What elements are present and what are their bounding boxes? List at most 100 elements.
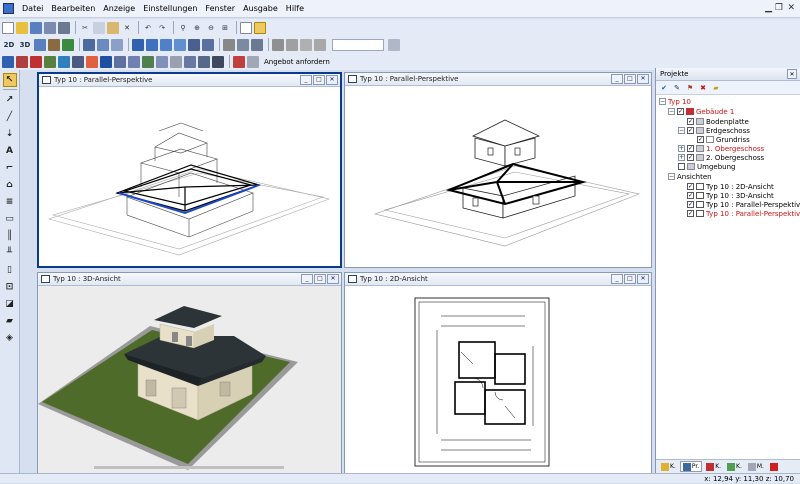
zoom-in-icon[interactable]: ⊕	[191, 22, 203, 34]
view-2d-button[interactable]: 2D	[2, 39, 16, 51]
walk-icon[interactable]	[48, 38, 60, 51]
tree-node[interactable]: − ✓ Erdgeschoss	[678, 126, 750, 135]
close-icon[interactable]: ✕	[787, 69, 797, 79]
layer-icon[interactable]	[223, 38, 235, 51]
tree-node[interactable]: ✓ Typ 10 : Parallel-Perspektiv	[687, 209, 800, 218]
tab-m[interactable]: M.	[746, 461, 766, 472]
minimize-icon[interactable]: _	[300, 75, 312, 85]
maximize-icon[interactable]: □	[313, 75, 325, 85]
properties-icon[interactable]	[237, 38, 249, 51]
window-cascade-icon[interactable]	[188, 38, 200, 51]
close-icon[interactable]: ✕	[637, 74, 649, 84]
print-icon[interactable]	[58, 21, 70, 34]
redo-icon[interactable]: ↷	[156, 22, 168, 34]
cut-icon[interactable]: ✂	[79, 22, 91, 34]
tree-node[interactable]: ✓ Typ 10 : 2D-Ansicht	[687, 182, 774, 191]
furniture-icon[interactable]	[86, 55, 98, 68]
maximize-icon[interactable]: □	[314, 274, 326, 284]
delete-icon[interactable]: ✕	[121, 22, 133, 34]
wall-icon[interactable]	[286, 38, 298, 51]
elevation-icon[interactable]	[198, 55, 210, 68]
tree-node[interactable]: − ✓ Gebäude 1	[668, 107, 734, 116]
paint-tool-icon[interactable]: ◈	[3, 331, 17, 345]
material-icon[interactable]	[114, 55, 126, 68]
slab-tool-icon[interactable]: ▭	[3, 212, 17, 226]
window-split-icon[interactable]	[146, 38, 158, 51]
properties-icon[interactable]: ⚑	[685, 83, 695, 93]
texture-icon[interactable]	[128, 55, 140, 68]
tree-node[interactable]: Umgebung	[678, 162, 735, 171]
window-icon[interactable]	[314, 38, 326, 51]
render-icon[interactable]	[97, 38, 109, 51]
menu-ausgabe[interactable]: Ausgabe	[239, 4, 282, 13]
menu-hilfe[interactable]: Hilfe	[282, 4, 308, 13]
measure-icon[interactable]	[272, 38, 284, 51]
tree-node[interactable]: − Ansichten	[668, 172, 712, 181]
light-icon[interactable]	[111, 38, 123, 51]
horizontal-scrollbar[interactable]	[94, 466, 284, 469]
tree-node[interactable]: ✓ Typ 10 : 3D-Ansicht	[687, 191, 774, 200]
beam-tool-icon[interactable]: ╨	[3, 246, 17, 260]
close-icon[interactable]: ✕	[637, 274, 649, 284]
close-icon[interactable]: ✕	[787, 3, 795, 13]
window-tool-icon[interactable]: ⊡	[3, 280, 17, 294]
angebot-anfordern-button[interactable]: Angebot anfordern	[264, 58, 330, 66]
menu-einstellungen[interactable]: Einstellungen	[139, 4, 201, 13]
undo-icon[interactable]: ↶	[142, 22, 154, 34]
select-mode-icon[interactable]	[254, 21, 266, 34]
open-folder-icon[interactable]	[16, 21, 28, 34]
tree-node[interactable]: + ✓ 1. Obergeschoss	[678, 144, 764, 153]
close-icon[interactable]: ✕	[327, 274, 339, 284]
minimize-icon[interactable]: _	[611, 74, 623, 84]
object-icon[interactable]	[251, 38, 263, 51]
viewport-parallel-1[interactable]: Typ 10 : Parallel-Perspektive _ □ ✕	[37, 72, 342, 268]
stop-icon[interactable]	[769, 462, 778, 471]
new-file-icon[interactable]	[2, 21, 14, 34]
tree-node[interactable]: ✓ Grundriss	[697, 135, 750, 144]
delete-icon[interactable]: ✖	[698, 83, 708, 93]
viewport-parallel-2[interactable]: Typ 10 : Parallel-Perspektive _ □ ✕	[344, 72, 652, 268]
camera-icon[interactable]	[34, 38, 46, 51]
minimize-icon[interactable]: _	[301, 274, 313, 284]
pointer-tool-icon[interactable]: ↖	[2, 73, 17, 87]
zoom-out-icon[interactable]: ⊖	[205, 22, 217, 34]
stairs-tool-icon[interactable]: ≡	[3, 195, 17, 209]
stairs-icon[interactable]	[58, 55, 70, 68]
tab-k3[interactable]: K.	[725, 461, 744, 472]
fill-tool-icon[interactable]: ◪	[3, 297, 17, 311]
folder-icon[interactable]: ▰	[711, 83, 721, 93]
check-icon[interactable]: ✔	[659, 83, 669, 93]
maximize-icon[interactable]: □	[624, 274, 636, 284]
roof-icon[interactable]	[30, 55, 42, 68]
column-tool-icon[interactable]: ║	[3, 229, 17, 243]
node-tool-icon[interactable]: ↗	[3, 93, 17, 107]
menu-datei[interactable]: Datei	[18, 4, 47, 13]
window-grid-icon[interactable]	[160, 38, 172, 51]
zoom-fit-icon[interactable]: ⊞	[219, 22, 231, 34]
fill-icon[interactable]	[16, 55, 28, 68]
zoom-icon[interactable]: ⚲	[177, 22, 189, 34]
dimension-tool-icon[interactable]: ⇣	[3, 127, 17, 141]
layout-icon[interactable]	[2, 55, 14, 68]
window-new-icon[interactable]	[202, 38, 214, 51]
section-icon[interactable]	[184, 55, 196, 68]
dimension-icon[interactable]	[156, 55, 168, 68]
viewport-3d[interactable]: Typ 10 : 3D-Ansicht _ □ ✕	[37, 272, 342, 474]
close-icon[interactable]: ✕	[326, 75, 338, 85]
search-icon[interactable]	[388, 38, 400, 51]
copy-icon[interactable]	[93, 21, 105, 34]
restore-icon[interactable]: ❐	[775, 3, 783, 13]
minimize-icon[interactable]: ▁	[765, 3, 772, 13]
viewport-canvas[interactable]	[38, 286, 341, 473]
arrow-icon[interactable]	[247, 55, 259, 68]
tree-icon[interactable]	[62, 38, 74, 51]
tree-node[interactable]: ✓ Typ 10 : Parallel-Perspektiv	[687, 200, 800, 209]
layer-select[interactable]	[332, 38, 384, 51]
menu-fenster[interactable]: Fenster	[201, 4, 239, 13]
viewport-canvas[interactable]	[345, 86, 651, 267]
document-icon[interactable]	[240, 21, 252, 34]
window-tile-icon[interactable]	[174, 38, 186, 51]
menu-anzeige[interactable]: Anzeige	[99, 4, 139, 13]
column-icon[interactable]	[72, 55, 84, 68]
text-icon[interactable]	[170, 55, 182, 68]
